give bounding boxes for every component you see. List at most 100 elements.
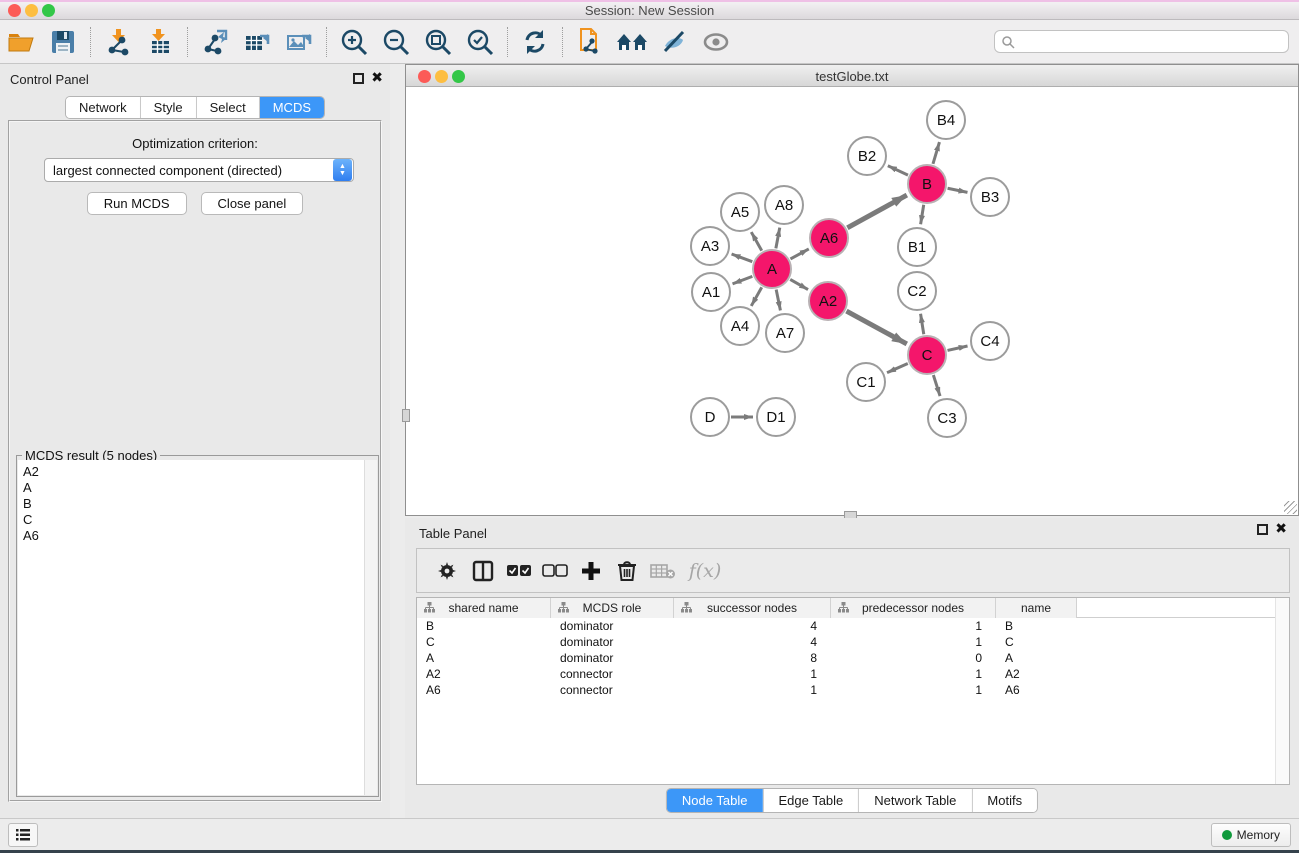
result-list-item[interactable]: A2	[23, 464, 364, 480]
memory-button[interactable]: Memory	[1211, 823, 1291, 847]
network-node-A3[interactable]: A3	[690, 226, 730, 266]
edge-B-B3[interactable]	[948, 188, 968, 192]
edge-A2-C[interactable]	[846, 311, 906, 344]
edge-A6-B[interactable]	[847, 195, 906, 228]
result-list-item[interactable]: B	[23, 496, 364, 512]
network-from-file-icon[interactable]	[570, 25, 610, 59]
close-panel-icon[interactable]: ✖	[371, 69, 383, 86]
network-node-C3[interactable]: C3	[927, 398, 967, 438]
tab-select[interactable]: Select	[196, 97, 259, 118]
float-panel-icon[interactable]	[353, 73, 364, 84]
edge-A-A7[interactable]	[776, 290, 780, 311]
network-node-C[interactable]: C	[907, 335, 947, 375]
close-panel-button[interactable]: Close panel	[201, 192, 304, 215]
tab-network-table[interactable]: Network Table	[858, 789, 971, 812]
network-node-A2[interactable]: A2	[808, 281, 848, 321]
column-header-shared-name[interactable]: shared name	[417, 598, 551, 618]
mcds-result-list[interactable]: A2ABCA6	[18, 460, 364, 795]
add-column-icon[interactable]	[573, 556, 609, 586]
criterion-select[interactable]: largest connected component (directed) ▲…	[44, 158, 354, 182]
tab-motifs[interactable]: Motifs	[971, 789, 1037, 812]
edge-A-A6[interactable]	[790, 249, 808, 259]
network-node-C1[interactable]: C1	[846, 362, 886, 402]
result-list-item[interactable]: A6	[23, 528, 364, 544]
table-row[interactable]: A2connector11A2	[417, 666, 1289, 682]
settings-gear-icon[interactable]	[429, 556, 465, 586]
save-session-icon[interactable]	[43, 25, 83, 59]
select-all-icon[interactable]	[501, 556, 537, 586]
export-image-icon[interactable]	[279, 25, 319, 59]
edge-A-A5[interactable]	[751, 232, 761, 251]
tab-edge-table[interactable]: Edge Table	[762, 789, 858, 812]
edge-B-B2[interactable]	[888, 166, 908, 175]
function-builder-icon[interactable]: f(x)	[681, 556, 729, 586]
table-row[interactable]: Bdominator41B	[417, 618, 1289, 634]
open-session-icon[interactable]	[1, 25, 41, 59]
float-table-panel-icon[interactable]	[1257, 524, 1268, 535]
import-network-icon[interactable]	[98, 25, 138, 59]
hide-graphics-icon[interactable]	[654, 25, 694, 59]
network-node-C2[interactable]: C2	[897, 271, 937, 311]
edge-B-B1[interactable]	[921, 205, 924, 225]
network-node-B1[interactable]: B1	[897, 227, 937, 267]
edge-A-A4[interactable]	[751, 287, 761, 306]
table-scrollbar[interactable]	[1275, 598, 1289, 784]
network-node-D1[interactable]: D1	[756, 397, 796, 437]
column-header-successor-nodes[interactable]: successor nodes	[674, 598, 831, 618]
column-header-name[interactable]: name	[996, 598, 1077, 618]
edge-C-C2[interactable]	[921, 314, 924, 335]
column-header-MCDS-role[interactable]: MCDS role	[551, 598, 674, 618]
edge-A-A1[interactable]	[733, 276, 753, 283]
table-row[interactable]: A6connector11A6	[417, 682, 1289, 698]
edge-B-B4[interactable]	[933, 142, 939, 164]
result-list-item[interactable]: A	[23, 480, 364, 496]
import-table-icon[interactable]	[140, 25, 180, 59]
zoom-selected-icon[interactable]	[460, 25, 500, 59]
show-graphics-icon[interactable]	[696, 25, 736, 59]
export-table-icon[interactable]	[237, 25, 277, 59]
network-node-A8[interactable]: A8	[764, 185, 804, 225]
network-node-A7[interactable]: A7	[765, 313, 805, 353]
edge-A-A8[interactable]	[776, 228, 780, 249]
network-node-B[interactable]: B	[907, 164, 947, 204]
network-node-A1[interactable]: A1	[691, 272, 731, 312]
deselect-all-icon[interactable]	[537, 556, 573, 586]
network-node-B3[interactable]: B3	[970, 177, 1010, 217]
table-row[interactable]: Adominator80A	[417, 650, 1289, 666]
delete-icon[interactable]	[609, 556, 645, 586]
search-input[interactable]	[1015, 35, 1288, 49]
edge-A-A3[interactable]	[732, 254, 753, 262]
search-field[interactable]	[994, 30, 1289, 53]
network-canvas[interactable]: A A1 A2 A3 A4 A5 A6 A7 A8 B B1 B2 B3B4 C C1 C2 C3C4 D D1	[406, 87, 1298, 515]
result-scrollbar[interactable]	[364, 460, 377, 795]
network-node-A4[interactable]: A4	[720, 306, 760, 346]
close-table-panel-icon[interactable]: ✖	[1275, 520, 1287, 537]
network-node-D[interactable]: D	[690, 397, 730, 437]
export-network-icon[interactable]	[195, 25, 235, 59]
edge-A-A2[interactable]	[790, 279, 808, 289]
edge-C-C3[interactable]	[933, 375, 940, 396]
zoom-out-icon[interactable]	[376, 25, 416, 59]
tab-node-table[interactable]: Node Table	[667, 789, 763, 812]
tab-style[interactable]: Style	[140, 97, 196, 118]
zoom-in-icon[interactable]	[334, 25, 374, 59]
refresh-icon[interactable]	[515, 25, 555, 59]
tab-network[interactable]: Network	[66, 97, 140, 118]
home-icon[interactable]	[612, 25, 652, 59]
delete-table-icon[interactable]	[645, 556, 681, 586]
network-node-B4[interactable]: B4	[926, 100, 966, 140]
column-browser-icon[interactable]	[465, 556, 501, 586]
network-node-C4[interactable]: C4	[970, 321, 1010, 361]
tab-mcds[interactable]: MCDS	[259, 97, 324, 118]
network-node-B2[interactable]: B2	[847, 136, 887, 176]
vertical-scroll-thumb[interactable]	[402, 409, 410, 422]
edge-C-C1[interactable]	[887, 363, 908, 372]
network-node-A6[interactable]: A6	[809, 218, 849, 258]
show-tasks-button[interactable]	[8, 823, 38, 847]
run-mcds-button[interactable]: Run MCDS	[87, 192, 187, 215]
table-row[interactable]: Cdominator41C	[417, 634, 1289, 650]
network-node-A[interactable]: A	[752, 249, 792, 289]
zoom-fit-icon[interactable]	[418, 25, 458, 59]
network-node-A5[interactable]: A5	[720, 192, 760, 232]
window-resize-grip[interactable]	[1284, 501, 1297, 514]
